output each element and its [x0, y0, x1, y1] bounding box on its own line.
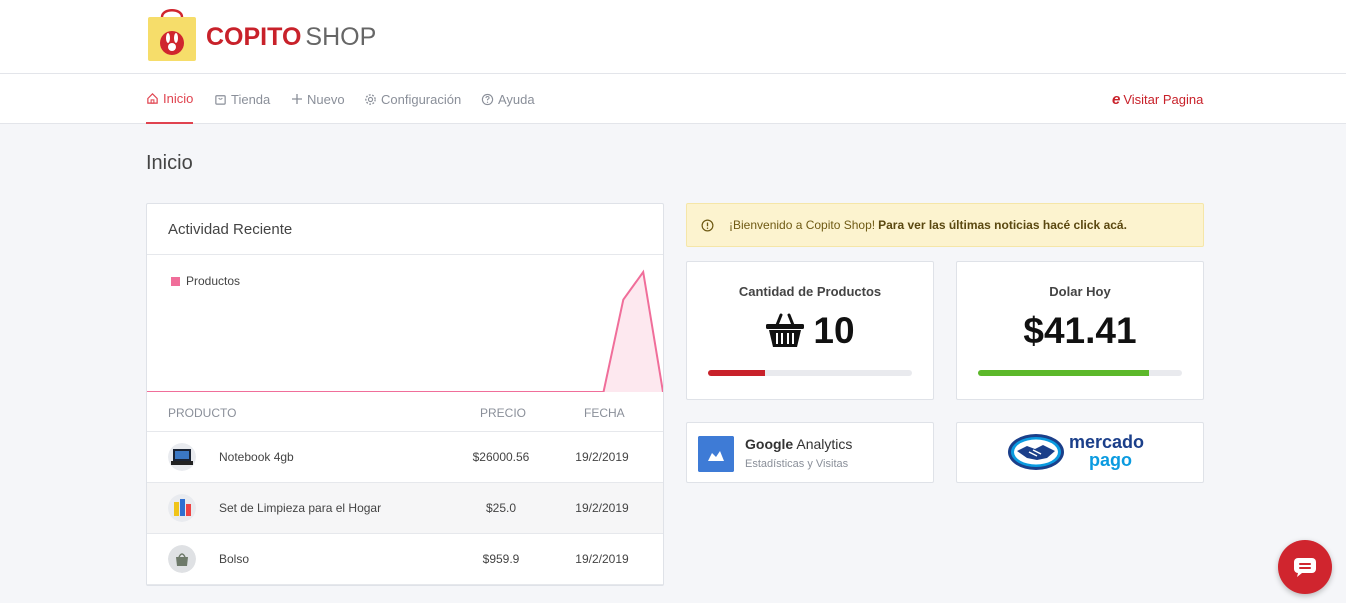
dollar-today-card: Dolar Hoy $41.41	[956, 261, 1204, 400]
table-row[interactable]: Set de Limpieza para el Hogar $25.0 19/2…	[147, 483, 663, 534]
product-price: $959.9	[482, 552, 520, 566]
handshake-logo-icon	[1008, 434, 1064, 470]
series-line	[147, 269, 663, 392]
mercado-pago-wordmark: mercado pago	[1069, 433, 1144, 469]
analytics-brand: Google	[745, 436, 794, 452]
product-count: 10	[813, 310, 855, 351]
nav-label: Tienda	[231, 91, 271, 107]
stat-label: Cantidad de Productos	[738, 284, 882, 299]
basket-icon	[766, 313, 805, 347]
brand-name: COPITO SHOP	[206, 22, 376, 52]
dollar-progress-bar	[978, 370, 1182, 376]
table-header: PRODUCTO PRECIO FECHA	[147, 392, 663, 432]
dollar-value: $41.41	[1023, 310, 1137, 351]
product-date: 19/2/2019	[575, 552, 629, 566]
brand-light: SHOP	[305, 23, 377, 51]
product-name: Set de Limpieza para el Hogar	[219, 501, 382, 515]
nav-label: Configuración	[381, 91, 462, 107]
product-price: $26000.56	[472, 450, 530, 464]
cleaning-set-thumbnail	[168, 494, 196, 522]
visit-label: Visitar Pagina	[1123, 91, 1204, 107]
product-progress-bar	[708, 370, 912, 376]
analytics-subtitle: Estadísticas y Visitas	[745, 458, 849, 470]
analytics-chart-icon	[698, 436, 734, 472]
bag-thumbnail	[168, 545, 196, 573]
nav-label: Nuevo	[307, 91, 345, 107]
legend-label: Productos	[186, 274, 241, 288]
table-row[interactable]: Bolso $959.9 19/2/2019	[147, 534, 663, 585]
product-name: Notebook 4gb	[219, 450, 294, 464]
col-date: FECHA	[584, 406, 625, 420]
nav-label: Inicio	[163, 90, 194, 106]
visit-page-link[interactable]: e Visitar Pagina	[1112, 74, 1203, 124]
mp-line1: mercado	[1069, 432, 1145, 452]
main-nav: Inicio Tienda Nuevo Configuración Ayuda …	[0, 74, 1346, 124]
legend-swatch	[171, 276, 180, 286]
col-product: PRODUCTO	[168, 406, 237, 420]
gear-icon	[365, 93, 376, 105]
google-analytics-tile[interactable]: Google Analytics Estadísticas y Visitas	[686, 422, 934, 483]
alert-text: ¡Bienvenido a Copito Shop!	[729, 218, 876, 232]
nav-item-configuracion[interactable]: Configuración	[364, 74, 461, 124]
nav-item-inicio[interactable]: Inicio	[146, 74, 194, 124]
nav-item-nuevo[interactable]: Nuevo	[291, 74, 345, 124]
activity-chart: Productos	[147, 255, 663, 392]
notebook-thumbnail	[168, 443, 196, 471]
progress-fill	[978, 370, 1150, 376]
ie-icon: e	[1112, 90, 1121, 108]
card-title: Actividad Reciente	[147, 204, 663, 255]
top-header: COPITO SHOP	[0, 0, 1346, 74]
product-name: Bolso	[219, 552, 250, 566]
alert-circle-icon	[701, 219, 714, 231]
chart-legend[interactable]: Productos	[171, 274, 240, 288]
stat-label: Dolar Hoy	[1049, 284, 1111, 299]
brand-bold: COPITO	[206, 23, 302, 51]
progress-fill	[708, 370, 766, 376]
table-row[interactable]: Notebook 4gb $26000.56 19/2/2019	[147, 432, 663, 483]
series-area	[147, 272, 663, 392]
stat-value-row: 10	[687, 309, 933, 353]
bag-icon	[215, 94, 226, 105]
welcome-alert[interactable]: ¡Bienvenido a Copito Shop! Para ver las …	[686, 203, 1204, 247]
chat-button[interactable]	[1278, 540, 1332, 594]
recent-activity-card: Actividad Reciente Productos PRODUCTO PR…	[146, 203, 664, 586]
help-circle-icon	[481, 93, 494, 105]
plus-icon	[292, 94, 302, 104]
product-count-card: Cantidad de Productos 10	[686, 261, 934, 400]
mercado-pago-tile[interactable]: mercado pago	[956, 422, 1204, 483]
product-date: 19/2/2019	[575, 450, 629, 464]
page-title: Inicio	[146, 152, 193, 174]
analytics-product: Analytics	[796, 436, 853, 452]
shopping-bag-bunny-logo[interactable]	[146, 5, 198, 63]
chat-bubble-icon	[1294, 558, 1316, 577]
mp-line2: pago	[1089, 450, 1132, 470]
nav-item-tienda[interactable]: Tienda	[214, 74, 270, 124]
nav-label: Ayuda	[498, 91, 535, 107]
analytics-title: Google Analytics	[745, 436, 852, 452]
alert-link[interactable]: Para ver las últimas noticias hacé click…	[878, 218, 1127, 232]
product-date: 19/2/2019	[575, 501, 629, 515]
stat-value-row: $41.41	[957, 309, 1203, 353]
nav-item-ayuda[interactable]: Ayuda	[481, 74, 535, 124]
home-icon	[147, 92, 158, 104]
product-price: $25.0	[485, 501, 517, 515]
col-price: PRECIO	[480, 406, 527, 420]
